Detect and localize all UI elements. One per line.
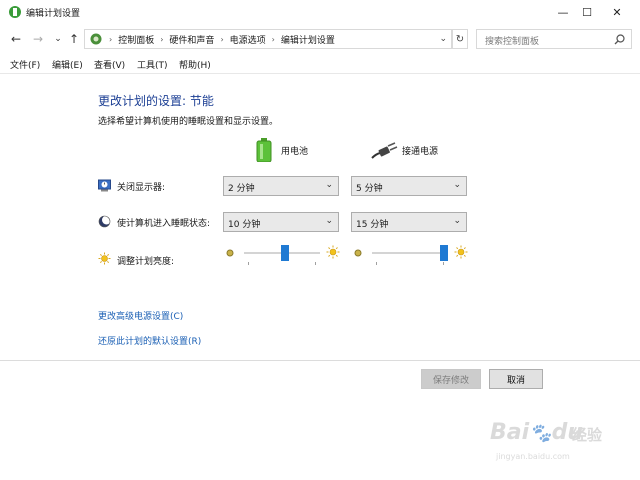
brightness-label: 调整计划亮度:	[117, 257, 175, 267]
breadcrumb-separator: ›	[220, 34, 224, 44]
battery-icon	[256, 138, 272, 162]
forward-button[interactable]: →	[30, 31, 46, 47]
display-off-plugged-select[interactable]: 5 分钟 ⌄	[351, 176, 467, 196]
control-panel-icon	[90, 33, 102, 45]
dim-sun-icon	[226, 249, 234, 257]
sleep-battery-select[interactable]: 10 分钟 ⌄	[223, 212, 339, 232]
chevron-down-icon: ⌄	[453, 180, 461, 190]
battery-column-label: 用电池	[281, 147, 309, 157]
menu-view[interactable]: 查看(V)	[94, 58, 125, 71]
search-input[interactable]: 搜索控制面板	[476, 29, 632, 49]
power-options-icon	[9, 6, 21, 18]
advanced-power-settings-link[interactable]: 更改高级电源设置(C)	[98, 309, 183, 322]
menu-file[interactable]: 文件(F)	[10, 58, 40, 71]
paw-icon: 🐾	[529, 423, 552, 444]
breadcrumb-separator: ›	[109, 34, 113, 44]
save-button[interactable]: 保存修改	[421, 369, 481, 389]
breadcrumb-power-options[interactable]: 电源选项	[230, 33, 266, 46]
menu-help[interactable]: 帮助(H)	[179, 58, 211, 71]
select-value: 5 分钟	[356, 184, 383, 194]
select-value: 10 分钟	[228, 220, 261, 230]
chevron-down-icon: ⌄	[325, 180, 333, 190]
page-subtitle: 选择希望计算机使用的睡眠设置和显示设置。	[98, 117, 279, 127]
power-plug-icon	[371, 142, 398, 159]
sleep-moon-icon	[98, 215, 111, 228]
slider-tick	[315, 262, 316, 265]
slider-tick	[376, 262, 377, 265]
up-button[interactable]: ↑	[66, 31, 82, 47]
slider-tick	[443, 262, 444, 265]
slider-tick	[248, 262, 249, 265]
page-title: 更改计划的设置: 节能	[98, 94, 214, 108]
breadcrumb-separator: ›	[160, 34, 164, 44]
menu-tools[interactable]: 工具(T)	[137, 58, 168, 71]
select-value: 2 分钟	[228, 184, 255, 194]
baidu-jingyan-watermark: Bai🐾du 经验 jingyan.baidu.com	[490, 420, 620, 470]
display-clock-icon	[98, 179, 111, 192]
display-off-label: 关闭显示器:	[117, 183, 166, 193]
select-value: 15 分钟	[356, 220, 389, 230]
breadcrumb-edit-plan[interactable]: 编辑计划设置	[281, 33, 335, 46]
watermark-brand: Bai	[490, 420, 530, 445]
chevron-down-icon: ⌄	[453, 216, 461, 226]
bright-sun-icon	[454, 245, 468, 259]
slider-thumb[interactable]	[281, 245, 289, 261]
sleep-label: 使计算机进入睡眠状态:	[117, 219, 211, 229]
bright-sun-icon	[326, 245, 340, 259]
breadcrumb-hardware-sound[interactable]: 硬件和声音	[169, 33, 214, 46]
slider-track	[372, 252, 448, 254]
menu-edit[interactable]: 编辑(E)	[52, 58, 83, 71]
window-title: 编辑计划设置	[26, 9, 81, 19]
address-dropdown-icon[interactable]: ⌄	[439, 34, 447, 44]
sleep-plugged-select[interactable]: 15 分钟 ⌄	[351, 212, 467, 232]
plugged-column-label: 接通电源	[402, 147, 439, 157]
back-button[interactable]: ←	[8, 31, 24, 47]
breadcrumb-control-panel[interactable]: 控制面板	[118, 33, 154, 46]
dim-sun-icon	[354, 249, 362, 257]
watermark-url: jingyan.baidu.com	[496, 452, 570, 461]
battery-brightness-slider[interactable]	[244, 244, 320, 266]
close-button[interactable]: ✕	[594, 0, 640, 24]
recent-locations-button[interactable]: ⌄	[50, 31, 66, 47]
address-bar[interactable]: › 控制面板 › 硬件和声音 › 电源选项 › 编辑计划设置 ⌄	[84, 29, 452, 49]
refresh-button[interactable]: ↻	[452, 29, 468, 49]
chevron-down-icon: ⌄	[325, 216, 333, 226]
display-off-battery-select[interactable]: 2 分钟 ⌄	[223, 176, 339, 196]
cancel-button[interactable]: 取消	[489, 369, 543, 389]
plugged-brightness-slider[interactable]	[372, 244, 448, 266]
brightness-sun-icon	[98, 252, 111, 265]
restore-defaults-link[interactable]: 还原此计划的默认设置(R)	[98, 334, 201, 347]
slider-thumb[interactable]	[440, 245, 448, 261]
divider	[0, 360, 640, 361]
search-placeholder: 搜索控制面板	[485, 37, 540, 47]
watermark-jingyan: 经验	[572, 426, 603, 444]
search-icon[interactable]	[614, 34, 625, 45]
breadcrumb-separator: ›	[271, 34, 275, 44]
